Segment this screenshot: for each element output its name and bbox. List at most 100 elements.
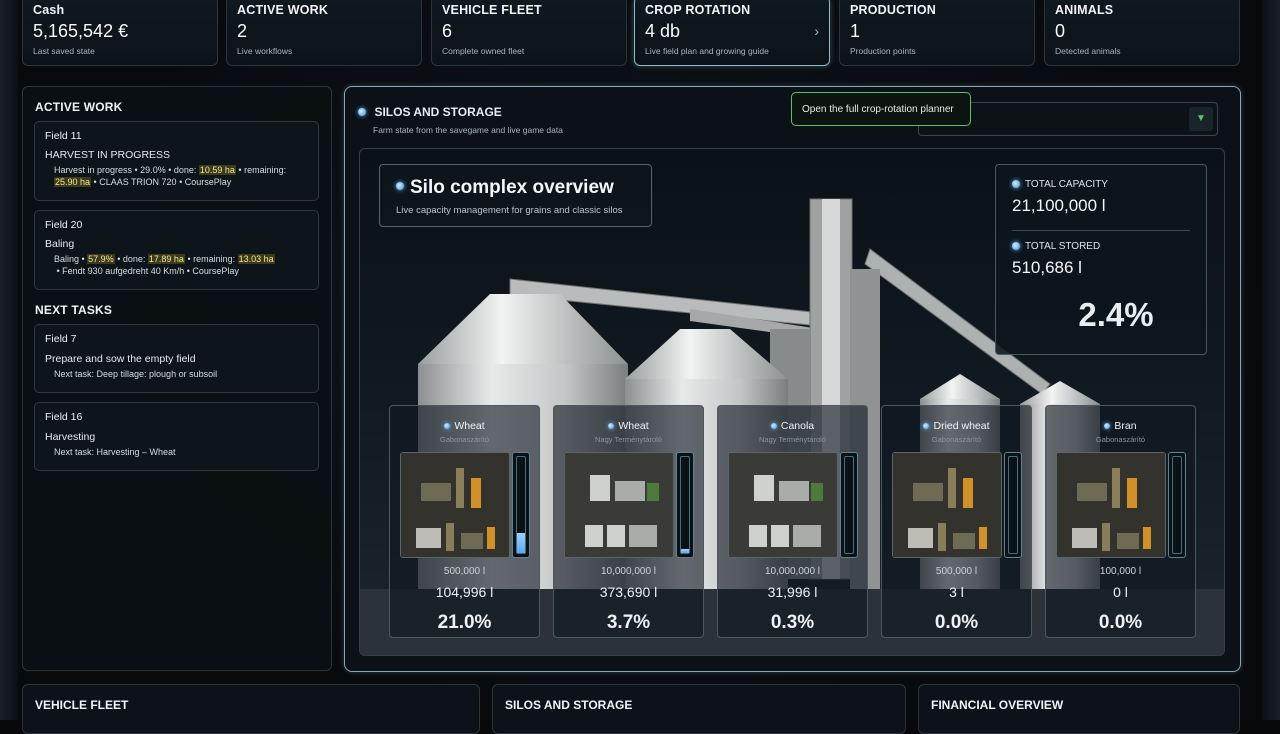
task-detail: Next task: Harvesting – Wheat	[45, 446, 308, 458]
fill-gauge	[840, 452, 858, 558]
active-work-heading: ACTIVE WORK	[35, 100, 123, 114]
window-edge-left	[0, 0, 18, 720]
grain-dryer-image	[892, 452, 1002, 558]
stat-card-cash[interactable]: Cash 5,165,542 € Last saved state	[22, 0, 218, 66]
silo-location: Gabonaszárító	[1046, 435, 1195, 444]
task-status: Prepare and sow the empty field	[45, 353, 308, 365]
status-dot-icon	[923, 423, 929, 429]
total-capacity-value: 21,100,000 l	[1012, 196, 1190, 216]
fill-gauge	[676, 452, 694, 558]
grain-bins-image	[564, 452, 674, 558]
silo-stored: 3 l	[882, 584, 1031, 600]
stat-title: ANIMALS	[1055, 3, 1229, 17]
status-dot-icon	[1104, 423, 1110, 429]
task-card-field-20[interactable]: Field 20 Baling Baling • 57.9% • done: 1…	[34, 210, 319, 290]
task-status: HARVEST IN PROGRESS	[45, 149, 308, 161]
silo-card[interactable]: Dried wheat Gabonaszárító 500,000 l 3 l …	[881, 405, 1032, 638]
totals-box: TOTAL CAPACITY 21,100,000 l TOTAL STORED…	[995, 164, 1207, 355]
total-capacity-label: TOTAL CAPACITY	[1012, 179, 1190, 190]
task-field: Field 16	[45, 411, 308, 423]
stat-card-crop-rotation[interactable]: CROP ROTATION 4 db Live field plan and g…	[634, 0, 830, 66]
task-card-field-16[interactable]: Field 16 Harvesting Next task: Harvestin…	[34, 402, 319, 471]
stat-value: 5,165,542 €	[33, 21, 207, 42]
grain-dryer-image	[400, 452, 510, 558]
task-field: Field 7	[45, 333, 308, 345]
stat-subtitle: Complete owned fleet	[442, 46, 616, 56]
task-detail: Next task: Deep tillage: plough or subso…	[45, 368, 308, 380]
silo-fill-percent: 0.3%	[718, 612, 867, 634]
crop-planner-tooltip: Open the full crop-rotation planner	[791, 92, 971, 126]
silos-panel-header: SILOS AND STORAGE Farm state from the sa…	[358, 103, 563, 135]
silo-location: Nagy Terménytároló	[554, 435, 703, 444]
stat-title: PRODUCTION	[850, 3, 1024, 17]
grain-bins-icon	[729, 453, 838, 558]
status-dot-icon	[396, 182, 404, 190]
stat-value: 0	[1055, 21, 1229, 42]
fill-gauge-bar	[681, 549, 689, 553]
fill-gauge	[512, 452, 530, 558]
task-card-field-7[interactable]: Field 7 Prepare and sow the empty field …	[34, 324, 319, 393]
task-field: Field 11	[45, 130, 308, 142]
silo-fill-percent: 0.0%	[882, 612, 1031, 634]
total-stored-label: TOTAL STORED	[1012, 241, 1190, 252]
financial-overview-panel[interactable]: FINANCIAL OVERVIEW	[918, 684, 1240, 734]
stat-card-animals[interactable]: ANIMALS 0 Detected animals	[1044, 0, 1240, 66]
stat-card-production[interactable]: PRODUCTION 1 Production points	[839, 0, 1035, 66]
silo-card[interactable]: Wheat Nagy Terménytároló 10,000,000 l 37…	[553, 405, 704, 638]
grain-dryer-icon	[401, 453, 510, 558]
total-fill-percent: 2.4%	[1012, 296, 1190, 334]
fill-gauge	[1004, 452, 1022, 558]
task-field: Field 20	[45, 219, 308, 231]
silo-stored: 31,996 l	[718, 584, 867, 600]
stat-value: 1	[850, 21, 1024, 42]
overview-box: Silo complex overview Live capacity mana…	[379, 164, 652, 227]
grain-bins-image	[728, 452, 838, 558]
silos-panel-subtitle: Farm state from the savegame and live ga…	[373, 125, 563, 135]
window-edge-right	[1262, 0, 1280, 720]
stat-title: ACTIVE WORK	[237, 3, 411, 17]
stat-subtitle: Last saved state	[33, 46, 207, 56]
task-card-field-11[interactable]: Field 11 HARVEST IN PROGRESS Harvest in …	[34, 121, 319, 201]
silo-card[interactable]: Bran Gabonaszárító 100,000 l 0 l 0.0%	[1045, 405, 1196, 638]
silo-stored: 104,996 l	[390, 584, 539, 600]
silo-name: Wheat	[390, 420, 539, 432]
chevron-down-icon[interactable]: ▼	[1189, 107, 1213, 131]
stat-title: CROP ROTATION	[645, 3, 819, 17]
panel-title: SILOS AND STORAGE	[505, 698, 632, 712]
status-dot-icon	[771, 423, 777, 429]
overview-title: Silo complex overview	[396, 177, 635, 199]
stat-title: VEHICLE FLEET	[442, 3, 616, 17]
silo-card[interactable]: Wheat Gabonaszárító 500,000 l 104,996 l …	[389, 405, 540, 638]
silo-capacity: 10,000,000 l	[554, 566, 703, 577]
stat-subtitle: Production points	[850, 46, 1024, 56]
vehicle-fleet-panel[interactable]: VEHICLE FLEET	[22, 684, 480, 734]
stat-card-active-work[interactable]: ACTIVE WORK 2 Live workflows	[226, 0, 422, 66]
grain-dryer-image	[1056, 452, 1166, 558]
silo-capacity: 10,000,000 l	[718, 566, 867, 577]
task-status: Harvesting	[45, 431, 308, 443]
stat-subtitle: Live workflows	[237, 46, 411, 56]
total-stored-value: 510,686 l	[1012, 258, 1190, 278]
status-dot-icon	[444, 423, 450, 429]
panel-title: FINANCIAL OVERVIEW	[931, 698, 1063, 712]
status-dot-icon	[358, 108, 366, 116]
status-dot-icon	[608, 423, 614, 429]
silo-capacity: 100,000 l	[1046, 566, 1195, 577]
silo-name: Canola	[718, 420, 867, 432]
silo-card[interactable]: Canola Nagy Terménytároló 10,000,000 l 3…	[717, 405, 868, 638]
stat-card-vehicle-fleet[interactable]: VEHICLE FLEET 6 Complete owned fleet	[431, 0, 627, 66]
panel-title: VEHICLE FLEET	[35, 698, 128, 712]
next-tasks-heading: NEXT TASKS	[35, 303, 112, 317]
silo-location: Gabonaszárító	[390, 435, 539, 444]
dashboard: Cash 5,165,542 € Last saved state ACTIVE…	[0, 0, 1280, 720]
silo-capacity: 500,000 l	[882, 566, 1031, 577]
silo-stored: 373,690 l	[554, 584, 703, 600]
silo-name: Dried wheat	[882, 420, 1031, 432]
silo-location: Nagy Terménytároló	[718, 435, 867, 444]
task-status: Baling	[45, 238, 308, 250]
silo-fill-percent: 3.7%	[554, 612, 703, 634]
silo-stored: 0 l	[1046, 584, 1195, 600]
silo-fill-percent: 21.0%	[390, 612, 539, 634]
stat-value: 4 db	[645, 21, 819, 42]
silos-storage-panel[interactable]: SILOS AND STORAGE	[492, 684, 906, 734]
